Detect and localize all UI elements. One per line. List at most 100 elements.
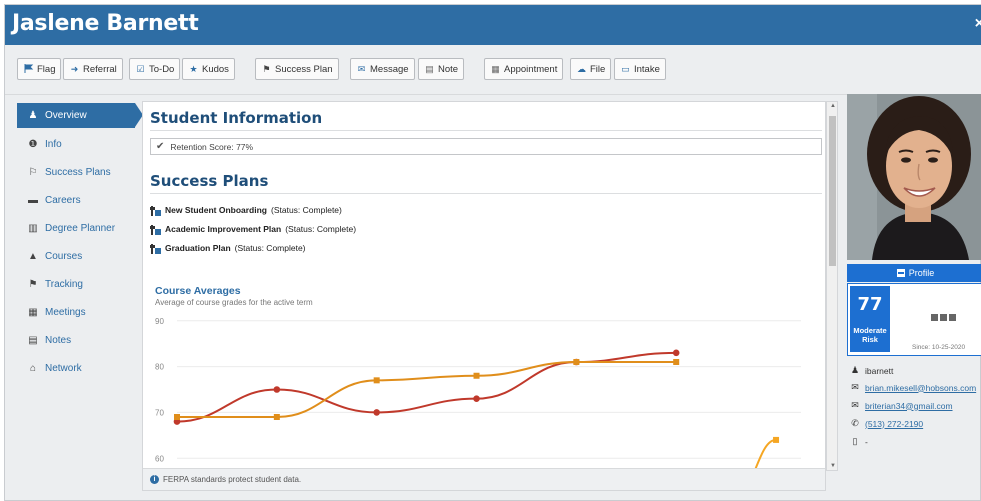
flag-button[interactable]: Flag (17, 58, 62, 80)
data-point (473, 395, 480, 402)
username-row: ♟ ibarnett (850, 365, 893, 376)
user-icon: ♟ (28, 110, 38, 121)
data-point (672, 349, 680, 357)
calendar-icon: ▦ (28, 306, 38, 318)
sidebar-item-label: Degree Planner (45, 222, 116, 234)
student-name: Jaslene Barnett (12, 11, 199, 36)
y-tick-label: 80 (155, 363, 164, 372)
star-icon: ★ (189, 64, 198, 74)
success-plan-icon (150, 204, 161, 216)
sidebar-item-degree-planner[interactable]: ▥ Degree Planner (17, 214, 135, 242)
file-button[interactable]: ☁ File (570, 58, 612, 80)
scroll-up-icon[interactable]: ▲ (830, 103, 836, 109)
retention-score-text: Retention Score: 77% (170, 141, 254, 152)
student-photo (847, 94, 981, 260)
risk-score-tile: 77 Moderate Risk (850, 286, 890, 352)
sidebar-nav: ♟ Overview ❶ Info ⚐ Success Plans ▬ Care… (17, 101, 143, 382)
message-label: Message (370, 63, 409, 75)
y-tick-label: 90 (155, 317, 164, 326)
appointment-button[interactable]: ▦ Appointment (484, 58, 564, 80)
data-point (273, 386, 281, 393)
sidebar-item-notes[interactable]: ▤ Notes (17, 326, 135, 354)
sidebar-item-label: Tracking (45, 278, 83, 290)
sidebar-item-overview[interactable]: ♟ Overview (17, 103, 143, 128)
collapse-icon (896, 269, 905, 277)
info-icon: ❶ (28, 138, 38, 150)
close-icon[interactable]: × (975, 15, 981, 33)
sidebar-item-label: Info (45, 138, 62, 150)
success-plan-item[interactable]: New Student Onboarding (Status: Complete… (150, 204, 342, 216)
intake-icon: ▭ (621, 64, 630, 74)
y-tick-label: 70 (155, 408, 164, 417)
referral-label: Referral (83, 63, 117, 75)
success-plan-item[interactable]: Academic Improvement Plan (Status: Compl… (150, 223, 357, 235)
chart-title: Course Averages (155, 285, 241, 297)
success-plan-icon (150, 223, 161, 235)
note-button[interactable]: ▤ Note (418, 58, 465, 80)
email-link[interactable]: brian.mikesell@hobsons.com (865, 383, 976, 393)
data-point (473, 372, 480, 379)
sidebar-item-label: Meetings (45, 306, 86, 318)
sidebar-item-info[interactable]: ❶ Info (17, 130, 135, 158)
calendar-add-icon: ▦ (491, 64, 500, 74)
data-point (273, 414, 280, 420)
kudos-button[interactable]: ★ Kudos (182, 58, 235, 80)
referral-icon: ➜ (70, 64, 79, 74)
plan-name: New Student Onboarding (165, 204, 267, 215)
overview-panel: Student Information ✔ Retention Score: 7… (142, 101, 826, 491)
sidebar-item-tracking[interactable]: ⚑ Tracking (17, 270, 135, 298)
appointment-label: Appointment (504, 63, 558, 75)
ferpa-notice: i FERPA standards protect student data. (143, 468, 825, 490)
success-plan-button[interactable]: ⚑ Success Plan (255, 58, 339, 80)
risk-score-value: 77 (857, 294, 883, 315)
mobile-number: - (865, 436, 868, 447)
info-icon: i (150, 475, 159, 484)
success-plan-label: Success Plan (275, 63, 333, 75)
email-link[interactable]: briterian34@gmail.com (865, 401, 953, 411)
email-row: ✉ briterian34@gmail.com (850, 400, 953, 411)
message-button[interactable]: ✉ Message (350, 58, 415, 80)
data-point (373, 377, 380, 384)
plan-name: Graduation Plan (165, 242, 231, 253)
sidebar-item-careers[interactable]: ▬ Careers (17, 186, 135, 214)
briefcase-icon: ▬ (28, 194, 38, 206)
ferpa-text: FERPA standards protect student data. (163, 475, 302, 484)
phone-row: ✆ (513) 272-2190 (850, 418, 923, 429)
risk-since-date: Since: 10-25-2020 (912, 344, 966, 351)
graduation-cap-icon: ▲ (28, 250, 38, 262)
kudos-label: Kudos (202, 63, 229, 75)
profile-label: Profile (908, 268, 935, 278)
phone-link[interactable]: (513) 272-2190 (865, 419, 923, 429)
more-options-icon[interactable] (931, 314, 956, 321)
sidebar-item-network[interactable]: ⌂ Network (17, 354, 135, 382)
profile-button[interactable]: Profile (847, 264, 981, 282)
student-information-heading: Student Information (150, 109, 323, 127)
flag-icon (23, 64, 34, 74)
todo-button[interactable]: ☑ To-Do (129, 58, 181, 80)
sidebar-item-courses[interactable]: ▲ Courses (17, 242, 135, 270)
student-profile-window: Jaslene Barnett × Flag ➜ Referral ☑ To-D… (4, 4, 981, 501)
action-toolbar: Flag ➜ Referral ☑ To-Do ★ Kudos ⚑ Succes… (5, 45, 981, 95)
success-plans-icon: ⚐ (28, 166, 38, 178)
referral-button[interactable]: ➜ Referral (63, 58, 123, 80)
envelope-icon: ✉ (357, 64, 366, 74)
sidebar-item-label: Success Plans (45, 166, 111, 178)
intake-button[interactable]: ▭ Intake (614, 58, 666, 80)
intake-label: Intake (634, 63, 660, 75)
divider (150, 193, 822, 194)
phone-icon: ✆ (851, 418, 859, 428)
main-scrollbar[interactable]: ▲ ▼ (826, 101, 838, 471)
retention-score-box: ✔ Retention Score: 77% (150, 138, 822, 155)
flag-label: Flag (37, 63, 56, 75)
sidebar-item-success-plans[interactable]: ⚐ Success Plans (17, 158, 135, 186)
data-point (573, 359, 580, 365)
map-icon: ▥ (28, 222, 38, 234)
y-tick-label: 60 (155, 454, 164, 463)
plan-status: (Status: Complete) (271, 204, 342, 215)
scroll-down-icon[interactable]: ▼ (830, 463, 836, 469)
plan-status: (Status: Complete) (285, 223, 357, 234)
scrollbar-thumb[interactable] (829, 116, 836, 266)
todo-label: To-Do (149, 63, 175, 75)
sidebar-item-meetings[interactable]: ▦ Meetings (17, 298, 135, 326)
success-plan-item[interactable]: Graduation Plan (Status: Complete) (150, 242, 306, 254)
